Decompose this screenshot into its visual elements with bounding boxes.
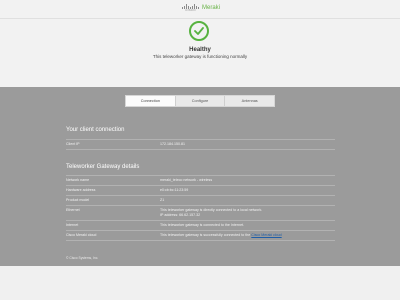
- status-subtitle: This teleworker gateway is functioning n…: [152, 54, 248, 59]
- table-row: Product model Z1: [66, 196, 335, 206]
- row-key: Hardware address: [66, 188, 96, 192]
- gateway-details-table: Network name meraki_teleco network - wir…: [66, 175, 335, 241]
- row-key: Ethernet: [66, 208, 80, 212]
- row-value: Z1: [160, 198, 165, 202]
- table-row: Ethernet This teleworker gateway is dire…: [66, 206, 335, 221]
- gateway-details-title: Teleworker Gateway details: [66, 164, 140, 170]
- row-value: 172.184.150.81: [160, 142, 185, 146]
- tab-configure[interactable]: Configure: [175, 96, 226, 106]
- row-value: e0:cb:bc:11:23:59: [160, 188, 189, 192]
- client-connection-title: Your client connection: [66, 127, 125, 133]
- meraki-cloud-link[interactable]: Cisco Meraki cloud: [251, 233, 281, 237]
- bottom-bar: [0, 266, 400, 300]
- client-connection-table: Client IP 172.184.150.81: [66, 139, 335, 150]
- cisco-logo-icon: CISCO: [182, 4, 199, 12]
- row-value: This teleworker gateway is successfully …: [160, 233, 282, 238]
- table-row: Internet This teleworker gateway is conn…: [66, 221, 335, 231]
- meraki-wordmark: Meraki: [202, 5, 221, 11]
- ethernet-ip-text: IP address: 66.62.157.32: [160, 212, 201, 217]
- row-key: Product model: [66, 198, 90, 202]
- row-value: meraki_teleco network - wireless: [160, 178, 213, 182]
- cisco-wordmark: CISCO: [185, 8, 196, 12]
- status-title: Healthy: [189, 47, 211, 53]
- row-key: Internet: [66, 223, 79, 227]
- tab-bar: Connection Configure Antennas: [125, 95, 275, 107]
- brand-logo: CISCO Meraki: [182, 4, 220, 12]
- tab-connection[interactable]: Connection: [126, 96, 176, 106]
- table-row: Hardware address e0:cb:bc:11:23:59: [66, 186, 335, 196]
- table-row: Network name meraki_teleco network - wir…: [66, 176, 335, 186]
- top-bar: CISCO Meraki: [0, 0, 400, 19]
- cloud-status-text: This teleworker gateway is successfully …: [160, 233, 251, 237]
- row-key: Cisco Meraki cloud: [66, 233, 97, 237]
- row-value: This teleworker gateway is directly conn…: [160, 208, 262, 217]
- ethernet-status-text: This teleworker gateway is directly conn…: [160, 208, 263, 212]
- table-row: Cisco Meraki cloud This teleworker gatew…: [66, 231, 335, 241]
- row-key: Client IP: [66, 142, 80, 146]
- tab-antennas[interactable]: Antennas: [225, 96, 275, 106]
- checkmark-icon: [189, 21, 209, 41]
- table-row: Client IP 172.184.150.81: [66, 140, 335, 150]
- row-value: This teleworker gateway is connected to …: [160, 223, 245, 227]
- copyright-text: © Cisco Systems, Inc.: [66, 256, 99, 260]
- row-key: Network name: [66, 178, 90, 182]
